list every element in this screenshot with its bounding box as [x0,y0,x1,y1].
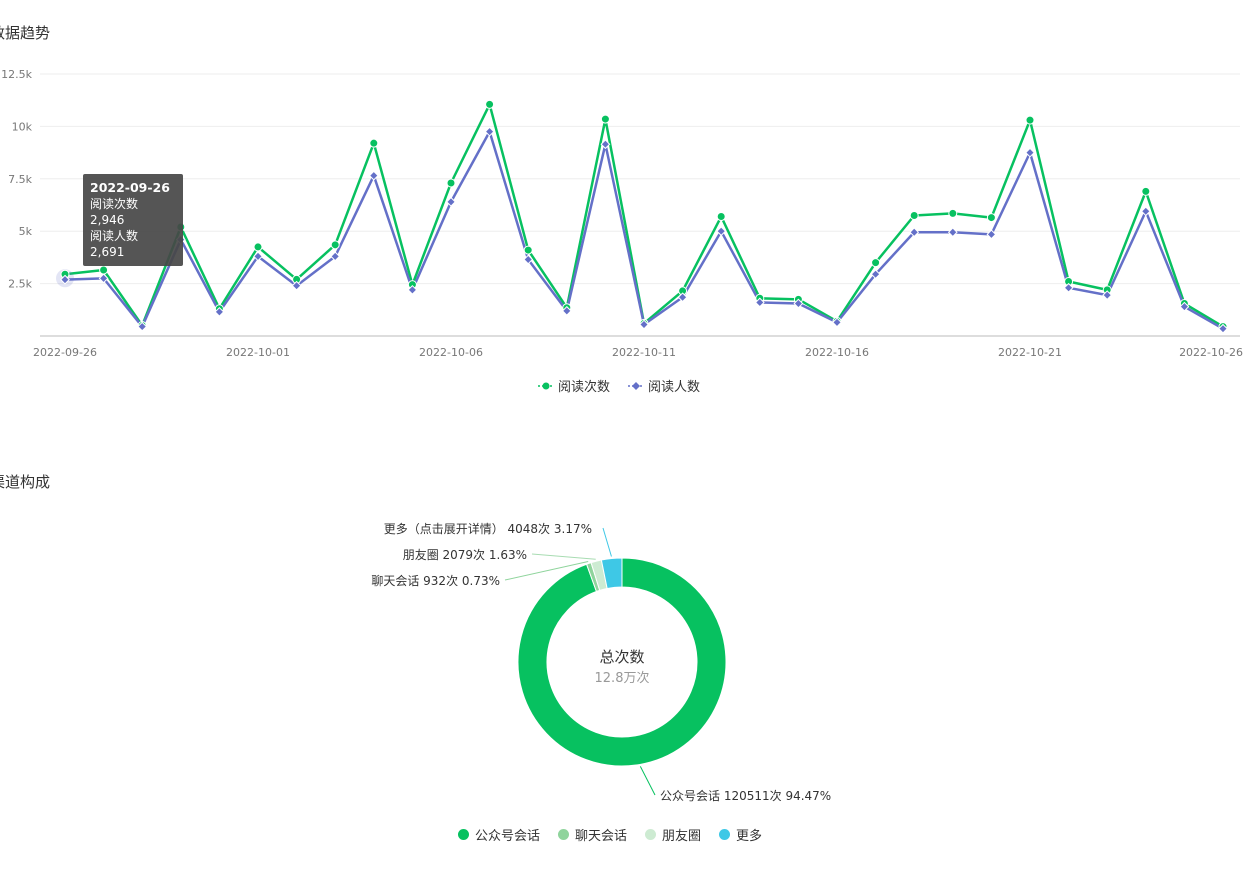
data-point[interactable] [330,240,340,250]
tooltip-row-reads: 阅读次数 2,946 [90,196,176,228]
legend-item[interactable]: 阅读次数 [538,376,610,395]
legend-label: 朋友圈 [662,829,702,844]
data-point[interactable] [1025,147,1035,158]
chart-tooltip: 2022-09-26 阅读次数 2,946 阅读人数 2,691 [83,174,183,266]
slice-label: 朋友圈 2079次 1.63% [403,548,527,562]
legend-item[interactable]: 公众号会话 [458,825,540,844]
data-point[interactable] [716,212,726,222]
slice-leader-line [602,527,612,557]
data-point[interactable] [99,265,109,275]
x-tick-label: 2022-10-06 [419,346,483,359]
data-point[interactable] [446,178,456,188]
tooltip-value: 2,946 [90,213,125,227]
data-point[interactable] [600,114,610,124]
x-tick-label: 2022-10-21 [998,346,1062,359]
channel-section-title: 渠道构成 [0,473,51,491]
series-line [64,130,1224,330]
y-tick-label: 12.5k [1,68,32,81]
legend-label: 更多 [736,829,763,844]
channel-donut-chart[interactable]: 公众号会话 120511次 94.47% 聊天会话 932次 0.73% 朋友圈 2… [0,500,1245,880]
slice-label: 更多（点击展开详情） 4048次 3.17% [384,521,592,536]
legend-diamond-icon [628,381,645,390]
legend-dot-icon [558,829,570,840]
donut-center-value: 12.8万次 [595,670,650,686]
y-tick-label: 5k [19,225,33,238]
data-point[interactable] [1141,186,1151,196]
legend-dot-icon [458,829,469,840]
legend-dot-icon [719,829,731,840]
data-point[interactable] [369,138,379,148]
x-tick-label: 2022-09-26 [33,346,97,359]
slice-leader-line [639,766,656,796]
data-point[interactable] [986,213,996,223]
slice-label: 聊天会话 932次 0.73% [371,574,500,588]
legend-item[interactable]: 更多 [719,825,762,844]
trend-line-chart[interactable]: 2.5k 5k 7.5k 10k 12.5k 2022-09-26 2022-10-01 2… [0,0,1245,360]
data-point[interactable] [523,245,533,255]
donut-center-label: 总次数 [599,648,644,666]
y-tick-label: 10k [12,120,33,133]
slice-label: 公众号会话 120511次 94.47% [660,789,831,803]
tooltip-label: 阅读人数 [90,229,139,243]
legend-label: 聊天会话 [575,829,628,844]
legend-item[interactable]: 朋友圈 [645,825,701,844]
data-point[interactable] [871,258,881,268]
legend-item[interactable]: 聊天会话 [558,825,627,844]
data-point[interactable] [948,208,958,218]
legend-label: 公众号会话 [475,829,541,844]
legend-item[interactable]: 阅读人数 [628,376,700,395]
data-point[interactable] [947,227,958,238]
x-tick-label: 2022-10-01 [226,346,290,359]
data-point[interactable] [1140,206,1151,217]
y-tick-label: 7.5k [8,173,32,186]
tooltip-label: 阅读次数 [90,197,139,211]
legend-circle-icon [538,382,554,389]
data-point[interactable] [909,210,919,220]
y-tick-label: 2.5k [8,278,32,291]
data-point[interactable] [253,242,263,252]
slice-leader-line [531,553,596,560]
tooltip-row-readers: 阅读人数 2,691 [90,228,176,260]
x-tick-label: 2022-10-26 [1179,346,1243,359]
legend-label: 阅读人数 [648,380,701,395]
tooltip-date: 2022-09-26 [90,180,170,195]
series-line [64,103,1224,328]
tooltip-value: 2,691 [90,245,125,259]
x-tick-label: 2022-10-11 [612,346,676,359]
channel-legend: 公众号会话 聊天会话 朋友圈 更多 [458,825,762,844]
trend-legend: 阅读次数 阅读人数 [538,376,700,395]
x-tick-label: 2022-10-16 [805,346,869,359]
legend-dot-icon [645,829,657,840]
data-point[interactable] [1025,115,1035,125]
legend-label: 阅读次数 [558,380,611,395]
data-point[interactable] [485,99,495,109]
